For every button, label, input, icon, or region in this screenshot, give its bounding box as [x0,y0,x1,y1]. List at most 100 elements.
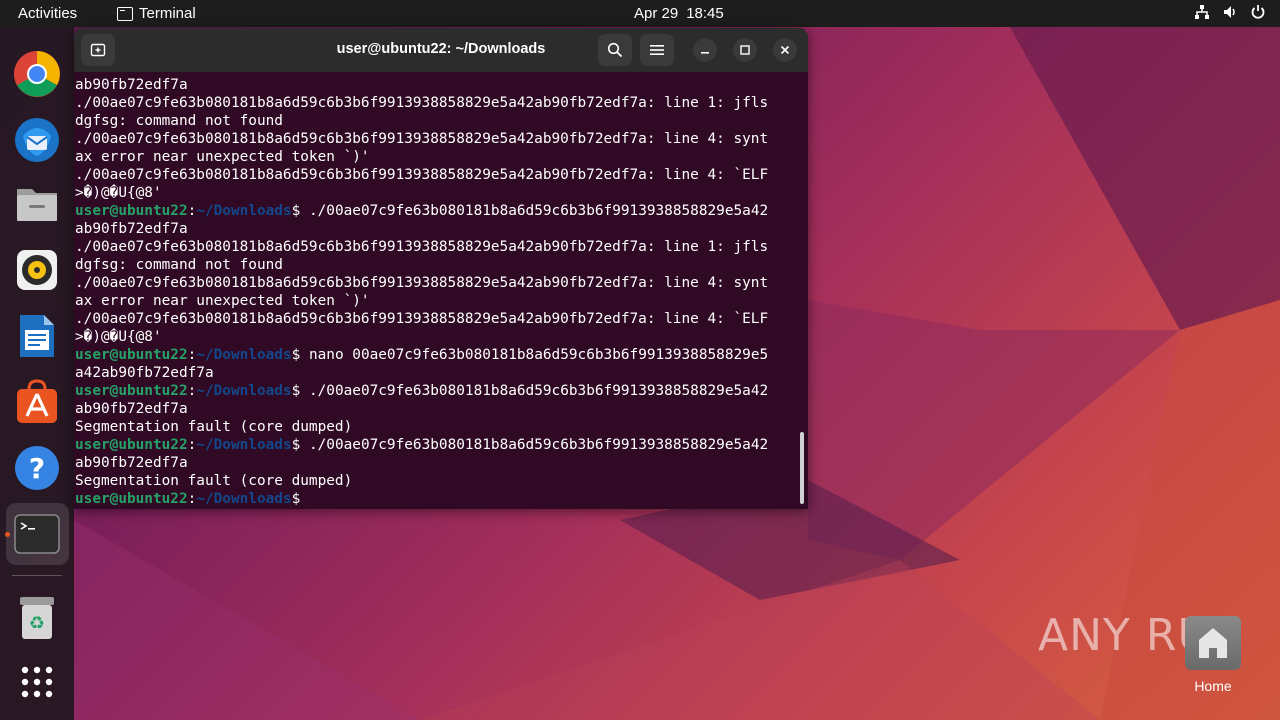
prompt-separator: : [187,203,197,219]
volume-icon [1222,4,1238,20]
terminal-prompt-line: user@ubuntu22:~/Downloads$ ./00ae07c9fe6… [75,202,808,220]
home-label: Home [1194,678,1232,694]
svg-text:?: ? [29,452,45,485]
rhythmbox-icon [17,250,57,290]
prompt-path: ~/Downloads [196,491,292,507]
prompt-dollar: $ [291,383,301,399]
terminal-output-line: ./00ae07c9fe63b080181b8a6d59c6b3b6f99139… [75,311,769,327]
network-icon [1194,4,1210,20]
hamburger-menu-icon [650,45,664,55]
terminal-output-line: Segmentation fault (core dumped) [75,419,353,435]
terminal-icon [14,514,60,554]
prompt-command: ./00ae07c9fe63b080181b8a6d59c6b3b6f99139… [300,203,769,219]
dock-item-rhythmbox[interactable] [12,245,62,295]
prompt-path: ~/Downloads [196,203,292,219]
terminal-output-line: ./00ae07c9fe63b080181b8a6d59c6b3b6f99139… [75,131,769,147]
dock-item-chrome[interactable] [12,49,62,99]
terminal-output-line: ./00ae07c9fe63b080181b8a6d59c6b3b6f99139… [75,275,769,291]
terminal-scrollbar[interactable] [800,432,804,504]
clock[interactable]: Apr 29 18:45 [634,5,724,22]
svg-text:♻: ♻ [29,613,45,634]
prompt-separator: : [187,437,197,453]
files-icon [17,189,57,221]
running-indicator [5,532,10,537]
dock-item-ubuntu-software[interactable] [12,377,62,427]
prompt-user: user@ubuntu22 [75,437,188,453]
terminal-output-line: >�)@�U{@8' [75,329,162,345]
dock: ? ♻ [0,27,74,720]
maximize-icon [740,45,750,55]
terminal-output-line: Segmentation fault (core dumped) [75,473,353,489]
terminal-prompt-line: user@ubuntu22:~/Downloads$ ./00ae07c9fe6… [75,382,808,400]
prompt-separator: : [187,383,197,399]
terminal-output-line: ./00ae07c9fe63b080181b8a6d59c6b3b6f99139… [75,239,769,255]
terminal-output-line: ax error near unexpected token `)' [75,149,370,165]
prompt-dollar: $ [291,491,301,507]
close-button[interactable] [773,38,797,62]
minimize-button[interactable] [693,38,717,62]
prompt-dollar: $ [291,437,301,453]
new-tab-button[interactable] [81,34,115,66]
prompt-path: ~/Downloads [196,383,292,399]
terminal-window[interactable]: user@ubuntu22: ~/Downloads ab90fb72edf7a… [74,28,808,509]
terminal-prompt-line: user@ubuntu22:~/Downloads$ ./00ae07c9fe6… [75,436,808,454]
prompt-command: ./00ae07c9fe63b080181b8a6d59c6b3b6f99139… [300,437,769,453]
terminal-output-line: >�)@�U{@8' [75,185,162,201]
power-icon [1250,4,1266,20]
menu-button[interactable] [640,34,674,66]
trash-icon: ♻ [20,597,54,639]
prompt-command: ./00ae07c9fe63b080181b8a6d59c6b3b6f99139… [300,383,769,399]
prompt-separator: : [187,347,197,363]
clock-date: Apr 29 [634,5,679,22]
prompt-separator: : [187,491,197,507]
prompt-path: ~/Downloads [196,347,292,363]
terminal-output-line: ax error near unexpected token `)' [75,293,370,309]
terminal-output-line: ab90fb72edf7a [75,77,188,93]
maximize-button[interactable] [733,38,757,62]
system-tray[interactable] [1194,4,1266,20]
prompt-command: nano 00ae07c9fe63b080181b8a6d59c6b3b6f99… [300,347,769,363]
dock-separator [12,575,62,576]
search-button[interactable] [598,34,632,66]
terminal-output-line: dgfsg: command not found [75,257,283,273]
prompt-dollar: $ [291,347,301,363]
close-icon [780,45,790,55]
terminal-output-line: ab90fb72edf7a [75,221,188,237]
terminal-output-line: ab90fb72edf7a [75,455,188,471]
app-menu-label: Terminal [139,5,196,22]
top-bar: Activities Terminal Apr 29 18:45 [0,0,1280,27]
dock-item-terminal[interactable] [12,509,62,559]
dock-item-trash[interactable]: ♻ [12,593,62,643]
terminal-app-icon [117,6,133,21]
app-menu[interactable]: Terminal [117,5,196,22]
activities-button[interactable]: Activities [18,5,77,22]
new-tab-icon [90,43,106,57]
app-grid-icon [21,666,53,698]
chrome-icon [14,51,60,97]
terminal-prompt-line: user@ubuntu22:~/Downloads$ [75,490,808,508]
desktop-home-folder[interactable]: Home [1180,616,1246,694]
dock-item-writer[interactable] [12,311,62,361]
terminal-output[interactable]: ab90fb72edf7a ./00ae07c9fe63b080181b8a6d5… [74,72,808,509]
prompt-user: user@ubuntu22 [75,383,188,399]
dock-item-files[interactable] [12,179,62,229]
minimize-icon [701,52,709,54]
home-folder-icon [1185,616,1241,670]
clock-time: 18:45 [686,5,724,22]
writer-icon [20,315,54,357]
dock-item-thunderbird[interactable] [12,115,62,165]
dock-item-show-apps[interactable] [12,657,62,707]
dock-item-help[interactable]: ? [12,443,62,493]
terminal-output-line: a42ab90fb72edf7a [75,365,214,381]
terminal-output-line: ab90fb72edf7a [75,401,188,417]
prompt-user: user@ubuntu22 [75,203,188,219]
prompt-dollar: $ [291,203,301,219]
terminal-output-line: ./00ae07c9fe63b080181b8a6d59c6b3b6f99139… [75,167,769,183]
terminal-output-line: dgfsg: command not found [75,113,283,129]
terminal-output-line: ./00ae07c9fe63b080181b8a6d59c6b3b6f99139… [75,95,769,111]
prompt-user: user@ubuntu22 [75,491,188,507]
terminal-headerbar[interactable]: user@ubuntu22: ~/Downloads [74,28,808,72]
prompt-path: ~/Downloads [196,437,292,453]
terminal-prompt-line: user@ubuntu22:~/Downloads$ nano 00ae07c9… [75,346,808,364]
thunderbird-icon [15,118,59,162]
